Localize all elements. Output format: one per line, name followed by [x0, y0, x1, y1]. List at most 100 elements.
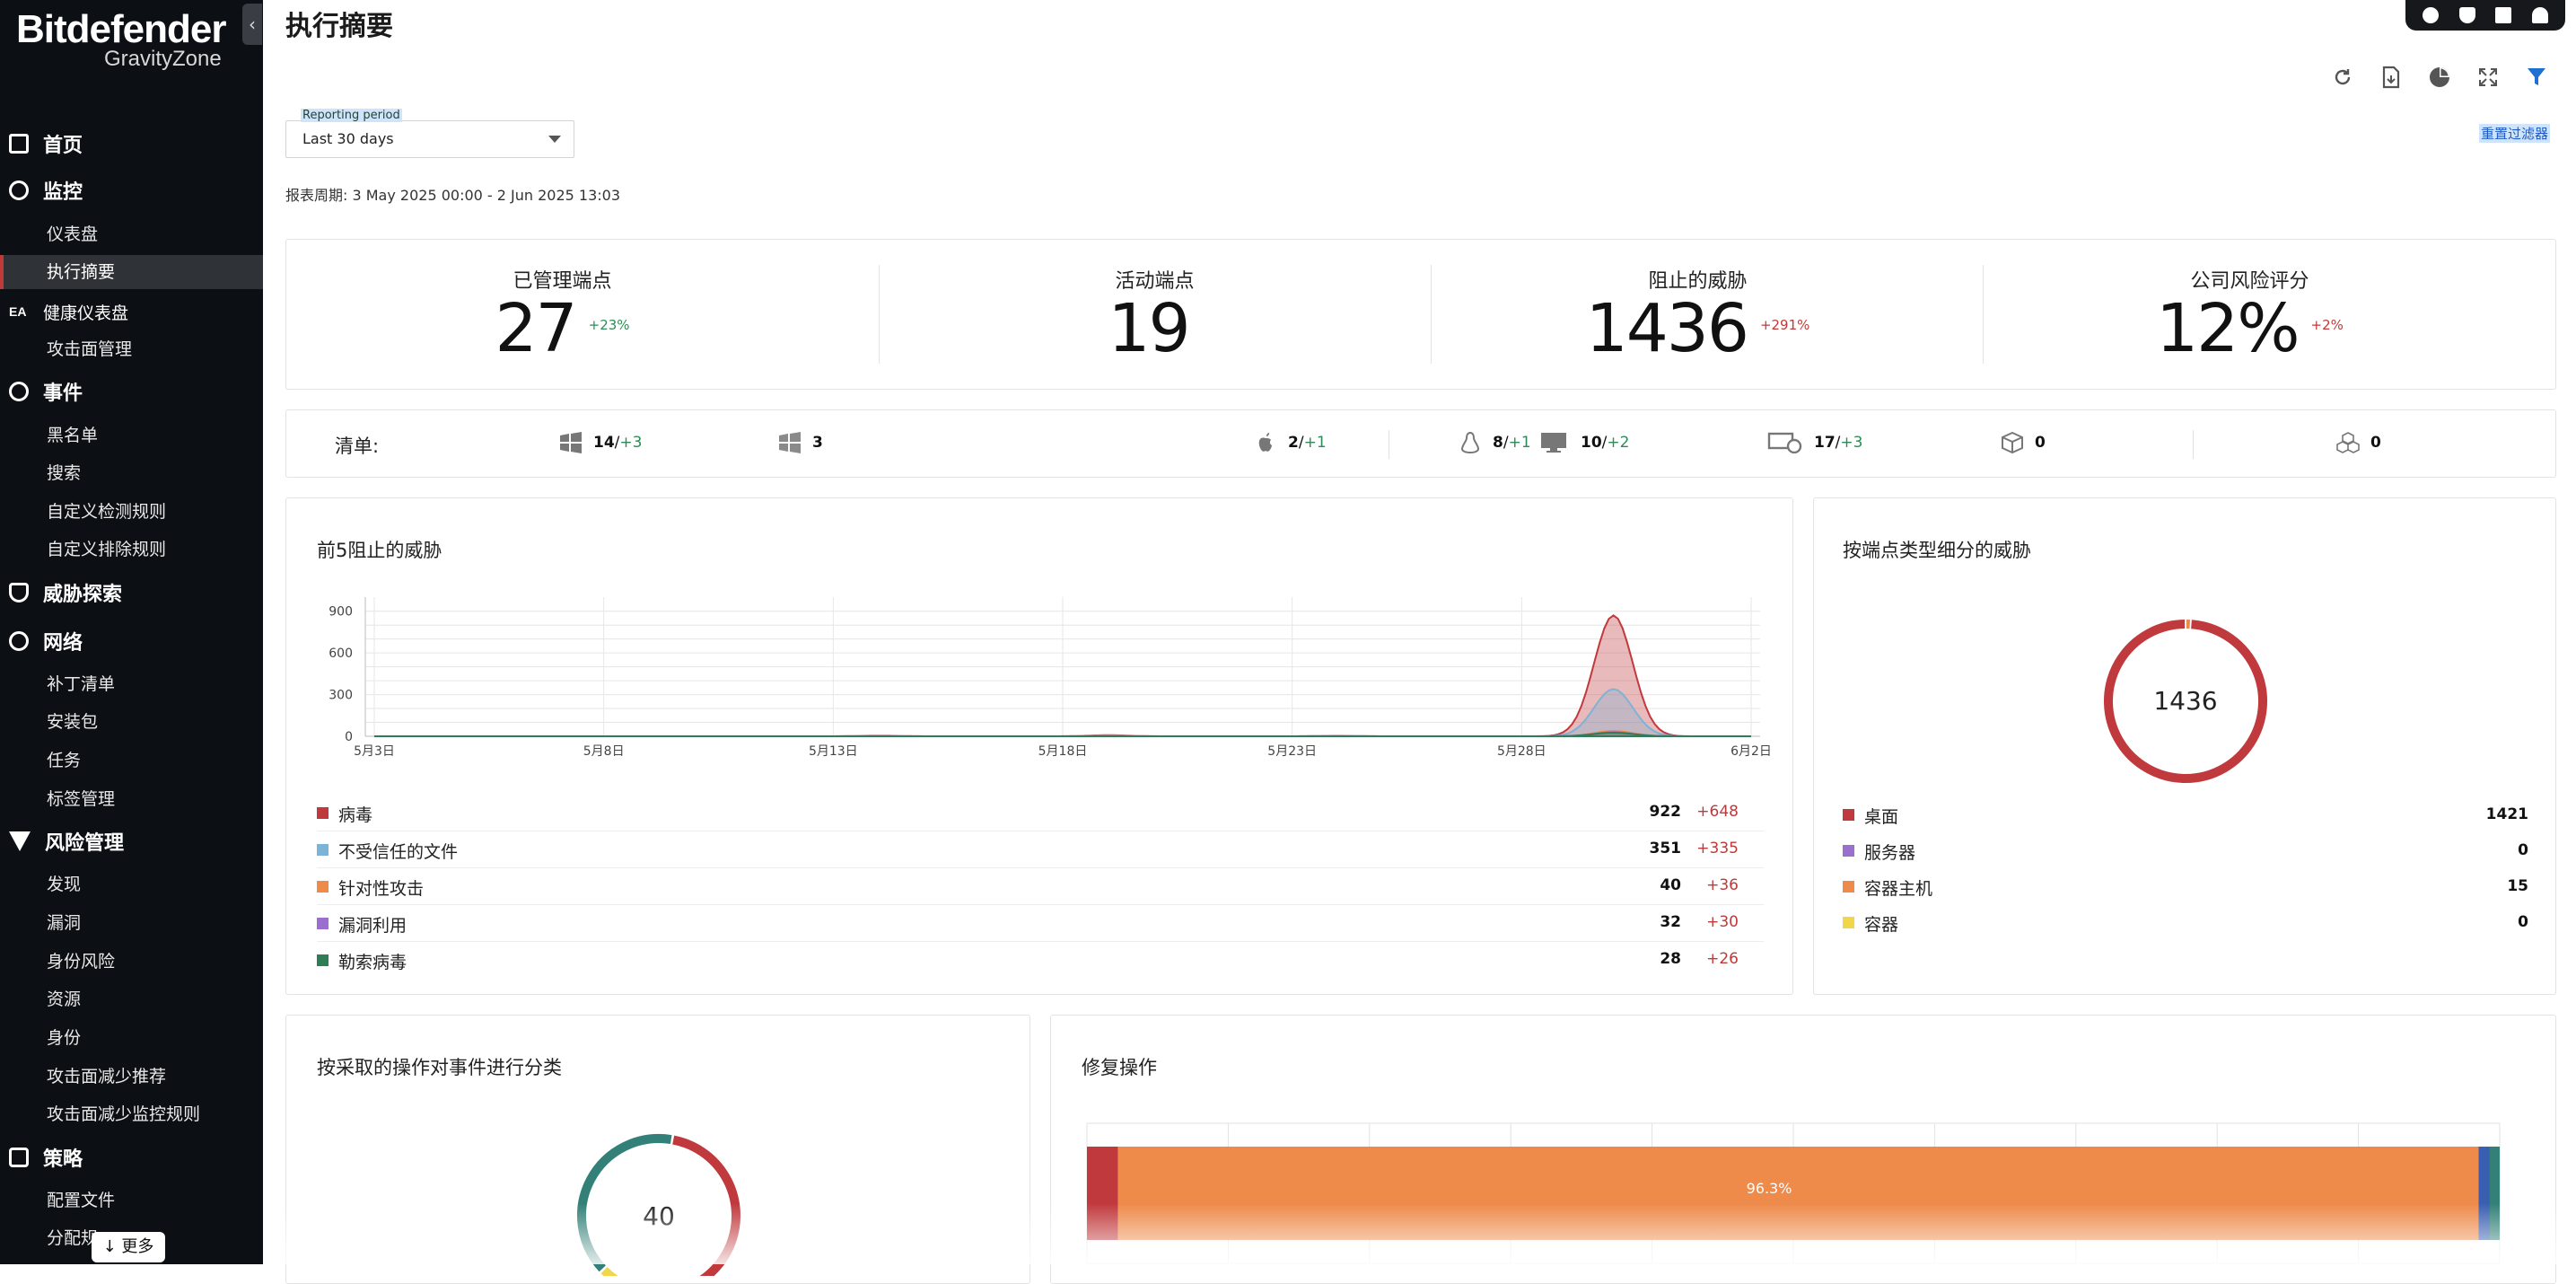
legend-name: 漏洞利用 [338, 912, 407, 937]
container-host-icon [2336, 432, 2360, 453]
legend-row-untrusted-files[interactable]: 不受信任的文件 351 +335 [317, 831, 1764, 868]
inventory-windows-workstations[interactable]: 14/+3 [559, 432, 642, 453]
sidebar-item-dashboard[interactable]: 仪表盘 [0, 217, 263, 251]
sidebar-section-risk-management[interactable]: 风险管理 [0, 823, 263, 859]
sidebar-item-tag-management[interactable]: 标签管理 [0, 782, 263, 816]
sidebar-item-custom-detection[interactable]: 自定义检测规则 [0, 495, 263, 529]
incidents-icon [9, 382, 29, 401]
legend-delta: +335 [1696, 840, 1739, 857]
inventory-count: 8 [1493, 434, 1503, 452]
sidebar-item-label: 身份风险 [47, 952, 115, 972]
sidebar-item-packages[interactable]: 安装包 [0, 705, 263, 739]
legend-delta: +36 [1706, 876, 1739, 894]
inventory-count: 17 [1814, 434, 1836, 452]
inventory-desktops[interactable]: 10/+2 [1538, 432, 1629, 453]
sidebar-item-resources[interactable]: 资源 [0, 982, 263, 1016]
sidebar-section-network[interactable]: 网络 [0, 623, 263, 659]
reset-filters-link[interactable]: 重置过滤器 [2479, 124, 2550, 143]
legend-row-targeted-attacks[interactable]: 针对性攻击 40 +36 [317, 868, 1764, 905]
inventory-linux[interactable]: 8/+1 [1459, 432, 1531, 453]
sidebar-section-home[interactable]: 首页 [0, 126, 263, 162]
pie-chart-icon[interactable] [2427, 65, 2452, 90]
sidebar-section-threat-hunting[interactable]: 威胁探索 [0, 575, 263, 611]
sidebar-item-search[interactable]: 搜索 [0, 456, 263, 490]
x-tick-label: 5月13日 [809, 744, 858, 759]
filter-icon[interactable] [2524, 65, 2549, 90]
legend-swatch [1843, 917, 1854, 928]
donut-segment[interactable] [604, 1271, 621, 1276]
sidebar-item-blocklist[interactable]: 黑名单 [0, 418, 263, 453]
inventory-divider [2193, 430, 2194, 459]
inventory-containers[interactable]: 0 [2001, 432, 2046, 453]
sidebar-item-custom-exclusion[interactable]: 自定义排除规则 [0, 532, 263, 567]
endpoint-type-threats-card: 按端点类型细分的威胁 1436 桌面 1421 服务器 0 容器主机 15 容器… [1813, 497, 2556, 995]
donut-segment[interactable] [624, 1140, 736, 1276]
kpi-active-endpoints[interactable]: 活动端点 19 [879, 240, 1431, 389]
sidebar-item-label: 黑名单 [47, 426, 98, 445]
inventory-count: 3 [812, 434, 823, 452]
brand-logo: Bitdefender [16, 7, 225, 52]
x-tick-label: 5月18日 [1038, 744, 1088, 759]
sidebar-item-patch-inventory[interactable]: 补丁清单 [0, 667, 263, 701]
user-icon[interactable] [2423, 7, 2439, 23]
legend-value: 0 [2518, 841, 2528, 859]
legend-name: 容器 [1864, 911, 1898, 936]
ea-badge-icon: EA [9, 302, 32, 321]
bar-segment[interactable] [2490, 1147, 2500, 1240]
export-icon[interactable] [2379, 65, 2404, 90]
bell-icon[interactable] [2532, 7, 2548, 23]
y-tick-label: 600 [329, 646, 353, 661]
kpi-managed-endpoints[interactable]: 已管理端点 27+23% [286, 240, 838, 389]
fullscreen-icon[interactable] [2475, 65, 2501, 90]
bar-segment[interactable] [2478, 1147, 2490, 1240]
endpoint-row-container[interactable]: 容器 0 [1843, 906, 2528, 942]
endpoint-row-server[interactable]: 服务器 0 [1843, 834, 2528, 870]
sidebar-collapse-button[interactable]: ‹ [242, 4, 262, 45]
refresh-icon[interactable] [2330, 65, 2355, 90]
inventory-laptops-servers[interactable]: 17/+3 [1767, 432, 1862, 453]
endpoint-row-container-host[interactable]: 容器主机 15 [1843, 870, 2528, 906]
sidebar-item-label: 自定义检测规则 [47, 502, 166, 522]
sidebar-item-health-dashboard[interactable]: EA 健康仪表盘 [0, 294, 263, 330]
sidebar-item-label: 攻击面管理 [47, 339, 132, 359]
shield-icon[interactable] [2459, 7, 2475, 23]
gift-icon[interactable] [2495, 7, 2511, 23]
kpi-value: 27 [495, 290, 575, 367]
legend-row-exploits[interactable]: 漏洞利用 32 +30 [317, 905, 1764, 942]
endpoint-row-desktop[interactable]: 桌面 1421 [1843, 798, 2528, 834]
sidebar-item-vulnerabilities[interactable]: 漏洞 [0, 906, 263, 940]
sidebar-item-attack-surface[interactable]: 攻击面管理 [0, 332, 263, 366]
bar-segment[interactable] [1087, 1147, 1118, 1240]
sidebar-section-monitor[interactable]: 监控 [0, 172, 263, 208]
sidebar-item-asr-recommendations[interactable]: 攻击面减少推荐 [0, 1060, 263, 1094]
sidebar-item-profiles[interactable]: 配置文件 [0, 1183, 263, 1218]
legend-name: 服务器 [1864, 840, 1915, 864]
sidebar-item-label: 安装包 [47, 712, 98, 732]
kpi-company-risk-score[interactable]: 公司风险评分 12%+2% [1974, 240, 2526, 389]
sidebar-section-policies[interactable]: 策略 [0, 1139, 263, 1175]
sidebar-section-incidents[interactable]: 事件 [0, 374, 263, 409]
network-icon [9, 631, 29, 651]
incidents-by-action-card: 按采取的操作对事件进行分类 40 [285, 1015, 1030, 1284]
legend-swatch [317, 918, 329, 929]
inventory-count: 0 [2035, 434, 2046, 452]
sidebar-item-identity-risk[interactable]: 身份风险 [0, 945, 263, 979]
kpi-blocked-threats[interactable]: 阻止的威胁 1436+291% [1422, 240, 1974, 389]
policy-icon [9, 1148, 29, 1167]
sidebar-item-executive-summary[interactable]: 执行摘要 [0, 255, 263, 289]
legend-row-ransomware[interactable]: 勒索病毒 28 +26 [317, 942, 1764, 978]
inventory-windows-servers[interactable]: 3 [778, 432, 823, 453]
sidebar-item-tasks[interactable]: 任务 [0, 743, 263, 778]
legend-row-virus[interactable]: 病毒 922 +648 [317, 795, 1764, 831]
inventory-macos[interactable]: 2/+1 [1254, 432, 1327, 453]
reporting-period-select[interactable]: Reporting period Last 30 days [285, 120, 574, 158]
sidebar-item-findings[interactable]: 发现 [0, 867, 263, 901]
legend-swatch [317, 954, 329, 966]
inventory-container-hosts[interactable]: 0 [2336, 432, 2381, 453]
sidebar-item-asr-monitoring-rules[interactable]: 攻击面减少监控规则 [0, 1097, 263, 1131]
card-title: 按端点类型细分的威胁 [1843, 536, 2031, 563]
more-button[interactable]: ↓ 更多 [92, 1232, 165, 1262]
sidebar-item-identities[interactable]: 身份 [0, 1021, 263, 1055]
bar-segment[interactable] [1118, 1147, 2479, 1240]
sidebar: Bitdefender GravityZone ‹ 首页 监控 仪表盘 执行摘要… [0, 0, 263, 1264]
